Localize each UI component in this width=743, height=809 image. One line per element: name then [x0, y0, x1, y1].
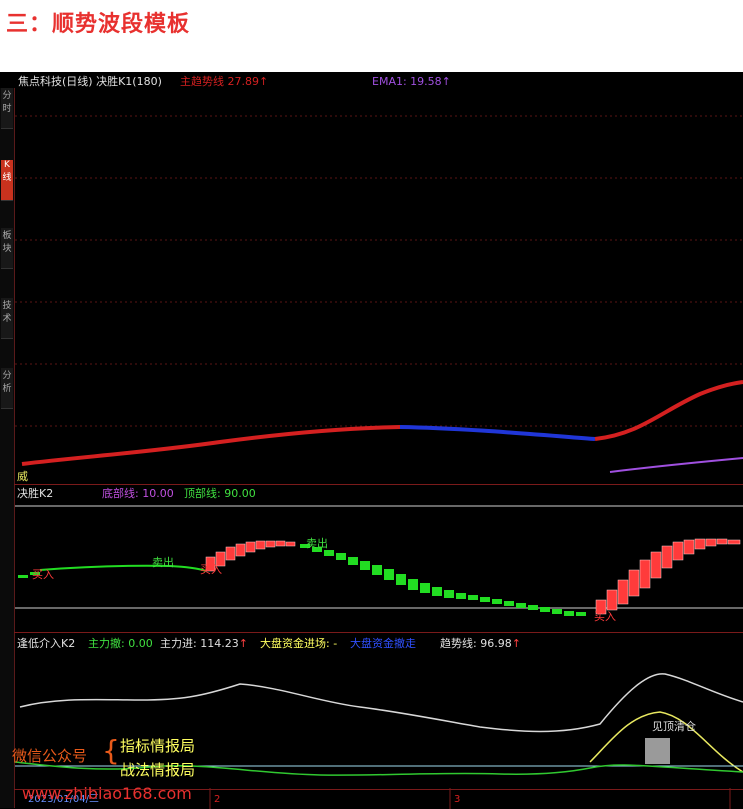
buy-signal-3: 买入	[594, 610, 616, 623]
buy-signal-1: 买入	[32, 568, 54, 581]
clear-position-label: 见顶清仓	[652, 720, 696, 733]
market-exit-label: 大盘资金撤走	[350, 637, 416, 650]
sell-signal-2: 卖出	[306, 537, 328, 550]
main-trend-line-blue	[399, 425, 596, 441]
white-line	[19, 673, 743, 733]
clear-position-box	[645, 738, 670, 764]
main-trend-line-red-2	[594, 380, 743, 441]
page-heading: 三：顺势波段模板	[6, 12, 191, 37]
panel3-title: 逢低介入K2	[17, 637, 76, 650]
buy-bars	[205, 538, 741, 615]
ema-line	[609, 457, 743, 473]
market-entry-value: 大盘资金进场: -	[260, 637, 338, 650]
main-trend-line-red	[21, 425, 401, 466]
sell-signal-1: 卖出	[152, 556, 174, 569]
panel2-title: 决胜K2	[17, 487, 54, 500]
trend-line-value: 主趋势线 27.89↑	[180, 75, 269, 88]
watermark-brace: {	[102, 734, 120, 767]
buy-signal-2: 买入	[200, 563, 222, 576]
watermark-brand1: 指标情报局	[120, 737, 196, 755]
bottom-line-value: 底部线: 10.00	[102, 487, 174, 500]
stock-title: 焦点科技(日线) 决胜K1(180)	[18, 75, 162, 88]
main-sell-value: 主力撤: 0.00	[88, 637, 153, 650]
watermark-url: www.zhibiao168.com	[22, 784, 192, 803]
sell-bars	[18, 544, 586, 616]
watermark-brand2: 战法情报局	[120, 761, 196, 779]
watermark-wechat: 微信公众号	[12, 747, 88, 765]
top-line-value: 顶部线: 90.00	[184, 487, 256, 500]
corner-label: 威	[17, 470, 28, 483]
ema-value: EMA1: 19.58↑	[372, 75, 451, 88]
main-buy-value: 主力进: 114.23↑	[160, 637, 248, 650]
timeline-month-3: 3	[454, 794, 461, 805]
chart-canvas	[14, 115, 743, 809]
timeline-month-2: 2	[214, 794, 221, 805]
stock-chart[interactable]: 分时 K线 板块 技术 分析 焦点科技(日线) 决胜K1(180) 主趋势线 2…	[0, 72, 743, 809]
trend-value: 趋势线: 96.98↑	[440, 637, 521, 650]
